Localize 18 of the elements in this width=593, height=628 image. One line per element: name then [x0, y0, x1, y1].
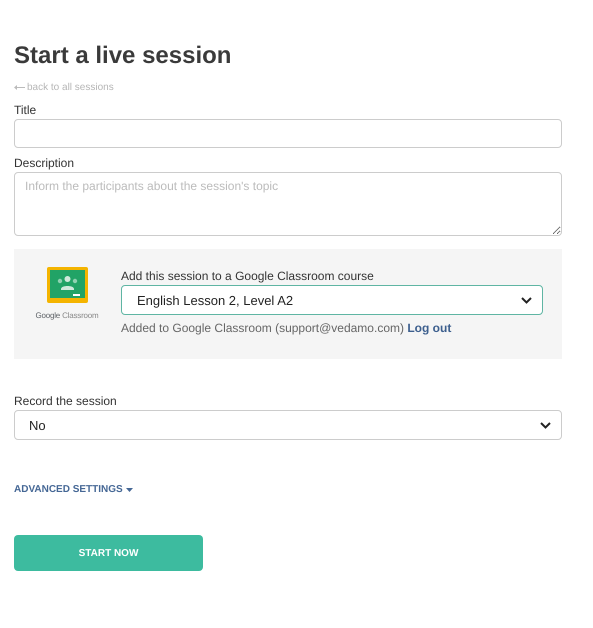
field-label: Add this session to a Google Classroom course: [121, 269, 375, 283]
description-field[interactable]: Inform the participants about the session's topic: [14, 172, 562, 236]
title-field[interactable]: [14, 119, 562, 148]
status-text: Added to Google Classroom (support@vedamo.com) Log out: [121, 321, 452, 335]
classroom-logo-icon: [46, 267, 88, 303]
chevron-icon: [540, 422, 551, 428]
record-select[interactable]: No: [14, 410, 562, 440]
field-label: Title: [14, 103, 38, 117]
advanced-settings-link[interactable]: ADVANCED SETTINGS: [14, 484, 133, 495]
logo-text: Google Classroom: [35, 311, 99, 320]
logout-link[interactable]: Log out: [407, 321, 452, 335]
course-select[interactable]: English Lesson 2, Level A2: [121, 285, 543, 315]
caret-icon: [126, 488, 133, 492]
arrow-left-icon: [14, 85, 25, 90]
page-heading: Start a live session: [14, 41, 232, 71]
chevron-icon: [521, 296, 532, 304]
field-label: Record the session: [14, 394, 118, 408]
field-label: Description: [14, 156, 76, 170]
